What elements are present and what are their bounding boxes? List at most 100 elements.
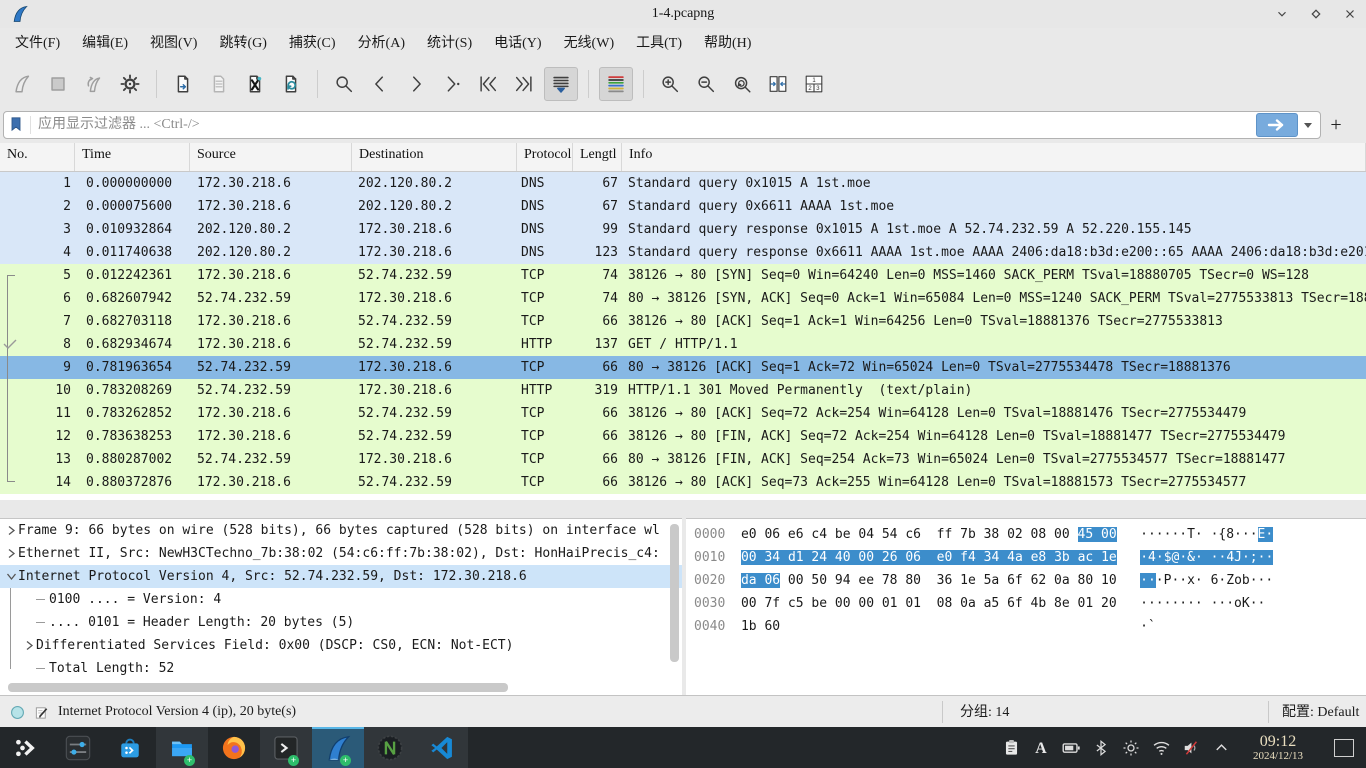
tray-volume-muted-icon[interactable] (1176, 727, 1206, 768)
tray-brightness-icon[interactable] (1116, 727, 1146, 768)
bookmark-icon[interactable] (8, 116, 31, 134)
zoom-in-button[interactable] (654, 68, 686, 100)
menu-help[interactable]: 帮助(H) (693, 28, 762, 60)
taskbar-firefox[interactable] (208, 727, 260, 768)
packet-row-6[interactable]: 60.68260794252.74.232.59172.30.218.6TCP7… (0, 287, 1366, 310)
display-filter-field[interactable] (3, 111, 1321, 139)
menu-wireless[interactable]: 无线(W) (553, 28, 626, 60)
capture-comment-button[interactable] (34, 705, 49, 720)
colorize-packets-button[interactable] (599, 67, 633, 101)
menu-analyze[interactable]: 分析(A) (347, 28, 416, 60)
taskbar-file-manager[interactable]: + (156, 727, 208, 768)
expander-closed-icon[interactable] (4, 548, 18, 559)
hex-row-0030[interactable]: 0030 00 7f c5 be 00 00 01 01 08 0a a5 6f… (686, 592, 1366, 615)
zoom-out-button[interactable] (690, 68, 722, 100)
restart-capture-button[interactable] (78, 68, 110, 100)
filter-dropdown-caret-icon[interactable] (1304, 123, 1312, 128)
menu-statistics[interactable]: 统计(S) (416, 28, 483, 60)
hex-row-0010[interactable]: 0010 00 34 d1 24 40 00 26 06 e0 f4 34 4a… (686, 546, 1366, 569)
menu-edit[interactable]: 编辑(E) (71, 28, 139, 60)
save-file-button[interactable] (203, 68, 235, 100)
taskbar-discover-store[interactable] (104, 727, 156, 768)
menu-capture[interactable]: 捕获(C) (278, 28, 347, 60)
packet-bytes-pane[interactable]: 0000 e0 06 e6 c4 be 04 54 c6 ff 7b 38 02… (686, 518, 1366, 700)
open-file-button[interactable] (167, 68, 199, 100)
close-button[interactable] (1342, 6, 1358, 22)
status-profile[interactable]: 配置: Default (1282, 701, 1359, 721)
show-desktop-button[interactable] (1334, 739, 1354, 757)
packet-row-11[interactable]: 110.783262852172.30.218.652.74.232.59TCP… (0, 402, 1366, 425)
packet-row-14[interactable]: 140.880372876172.30.218.652.74.232.59TCP… (0, 471, 1366, 494)
close-file-button[interactable] (239, 68, 271, 100)
hex-row-0040[interactable]: 0040 1b 60 ·` (686, 615, 1366, 638)
taskbar-system-settings[interactable] (52, 727, 104, 768)
go-to-packet-button[interactable] (436, 68, 468, 100)
menu-telephony[interactable]: 电话(Y) (483, 28, 552, 60)
packet-row-1[interactable]: 10.000000000172.30.218.6202.120.80.2DNS6… (0, 172, 1366, 195)
clock[interactable]: 09:12 2024/12/13 (1236, 733, 1320, 763)
expander-open-icon[interactable] (4, 572, 18, 581)
detail-line-5[interactable]: .... 0101 = Header Length: 20 bytes (5) (0, 611, 682, 634)
previous-packet-button[interactable] (364, 68, 396, 100)
tray-bluetooth-icon[interactable] (1086, 727, 1116, 768)
column-header-destination[interactable]: Destination (352, 143, 517, 171)
packet-row-5[interactable]: 50.012242361172.30.218.652.74.232.59TCP7… (0, 264, 1366, 287)
display-filter-input[interactable] (36, 116, 1256, 134)
expander-closed-icon[interactable] (4, 525, 18, 536)
detail-line-6[interactable]: Differentiated Services Field: 0x00 (DSC… (0, 634, 682, 657)
resize-columns-button[interactable] (762, 68, 794, 100)
menu-go[interactable]: 跳转(G) (208, 28, 277, 60)
pane-splitter[interactable] (0, 500, 1366, 518)
expander-closed-icon[interactable] (22, 640, 36, 651)
start-capture-button[interactable] (6, 68, 38, 100)
auto-scroll-button[interactable] (544, 67, 578, 101)
capture-options-button[interactable] (114, 68, 146, 100)
detail-line-2[interactable]: Ethernet II, Src: NewH3CTechno_7b:38:02 … (0, 542, 682, 565)
packet-row-9[interactable]: 90.78196365452.74.232.59172.30.218.6TCP6… (0, 356, 1366, 379)
packet-row-7[interactable]: 70.682703118172.30.218.652.74.232.59TCP6… (0, 310, 1366, 333)
last-packet-button[interactable] (508, 68, 540, 100)
packet-row-8[interactable]: 80.682934674172.30.218.652.74.232.59HTTP… (0, 333, 1366, 356)
column-header-source[interactable]: Source (190, 143, 352, 171)
tray-wifi-icon[interactable] (1146, 727, 1176, 768)
detail-line-3[interactable]: Internet Protocol Version 4, Src: 52.74.… (0, 565, 682, 588)
tray-tray-expander-icon[interactable] (1206, 727, 1236, 768)
apply-filter-button[interactable] (1256, 113, 1298, 137)
detail-line-1[interactable]: Frame 9: 66 bytes on wire (528 bits), 66… (0, 519, 682, 542)
packet-row-10[interactable]: 100.78320826952.74.232.59172.30.218.6HTT… (0, 379, 1366, 402)
menu-view[interactable]: 视图(V) (139, 28, 208, 60)
detail-line-7[interactable]: Total Length: 52 (0, 657, 682, 680)
column-header-lengtl[interactable]: Lengtl (573, 143, 622, 171)
stop-capture-button[interactable] (42, 68, 74, 100)
detail-line-4[interactable]: 0100 .... = Version: 4 (0, 588, 682, 611)
packet-row-2[interactable]: 20.000075600172.30.218.6202.120.80.2DNS6… (0, 195, 1366, 218)
taskbar-vscode[interactable] (416, 727, 468, 768)
hex-row-0000[interactable]: 0000 e0 06 e6 c4 be 04 54 c6 ff 7b 38 02… (686, 523, 1366, 546)
menu-tools[interactable]: 工具(T) (625, 28, 693, 60)
taskbar-neovim[interactable] (364, 727, 416, 768)
find-packet-button[interactable] (328, 68, 360, 100)
tray-keyboard-layout-icon[interactable]: A (1026, 727, 1056, 768)
menu-file[interactable]: 文件(F) (4, 28, 71, 60)
layout-preferences-button[interactable]: 123 (798, 68, 830, 100)
packet-row-12[interactable]: 120.783638253172.30.218.652.74.232.59TCP… (0, 425, 1366, 448)
zoom-reset-button[interactable] (726, 68, 758, 100)
add-filter-button[interactable]: + (1321, 111, 1351, 139)
taskbar-wireshark[interactable]: + (312, 727, 364, 768)
packet-row-13[interactable]: 130.88028700252.74.232.59172.30.218.6TCP… (0, 448, 1366, 471)
packet-row-3[interactable]: 30.010932864202.120.80.2172.30.218.6DNS9… (0, 218, 1366, 241)
packet-row-4[interactable]: 40.011740638202.120.80.2172.30.218.6DNS1… (0, 241, 1366, 264)
first-packet-button[interactable] (472, 68, 504, 100)
tray-clipboard-icon[interactable] (996, 727, 1026, 768)
tray-battery-icon[interactable] (1056, 727, 1086, 768)
column-header-protocol[interactable]: Protocol (517, 143, 573, 171)
minimize-button[interactable] (1274, 6, 1290, 22)
column-header-time[interactable]: Time (75, 143, 190, 171)
hex-row-0020[interactable]: 0020 da 06 00 50 94 ee 78 80 36 1e 5a 6f… (686, 569, 1366, 592)
expert-info-button[interactable] (10, 705, 25, 720)
column-header-info[interactable]: Info (622, 143, 1366, 171)
maximize-button[interactable] (1308, 6, 1324, 22)
taskbar-terminal[interactable]: + (260, 727, 312, 768)
column-header-no[interactable]: No. (0, 143, 75, 171)
taskbar-app-launcher[interactable] (0, 727, 52, 768)
